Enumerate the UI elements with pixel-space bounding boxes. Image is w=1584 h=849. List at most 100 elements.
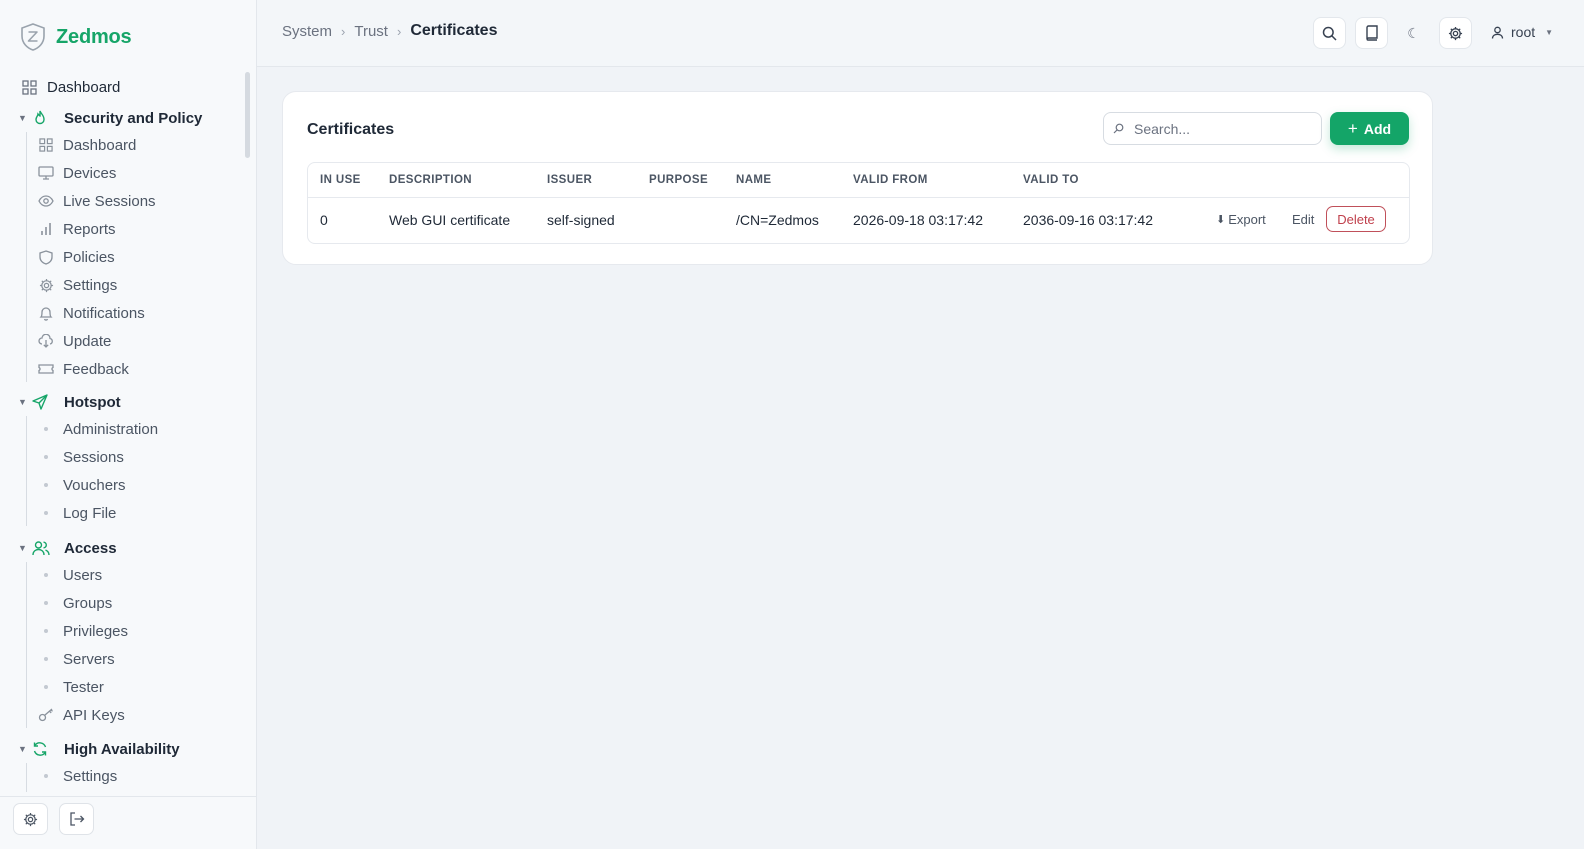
user-name: root [1511, 24, 1536, 40]
sidebar-item-privileges[interactable]: Privileges [38, 619, 128, 643]
sidebar-item-api-keys[interactable]: API Keys [38, 703, 125, 727]
moon-icon: ☾ [1407, 24, 1420, 41]
sidebar-item-label: Policies [63, 248, 115, 266]
sidebar-item-label: Privileges [63, 622, 129, 640]
sidebar-item-label: Dashboard [47, 78, 121, 96]
delete-label: Delete [1337, 211, 1375, 227]
sidebar-item-reports[interactable]: Reports [38, 217, 116, 241]
chevron-right-icon: › [341, 23, 346, 39]
column-header-valid-from[interactable]: VALID FROM [853, 174, 928, 186]
user-icon [1491, 26, 1504, 39]
sidebar-item-ha-settings[interactable]: Settings [38, 764, 117, 788]
book-icon [1365, 25, 1378, 41]
cell-issuer: self-signed [547, 212, 615, 228]
brand-name: Zedmos [56, 25, 132, 48]
search-icon [1113, 123, 1124, 134]
sidebar-item-log-file[interactable]: Log File [38, 501, 116, 525]
add-button[interactable]: + Add [1330, 112, 1409, 145]
sidebar-item-live-sessions[interactable]: Live Sessions [38, 189, 156, 213]
sidebar-item-devices[interactable]: Devices [38, 161, 116, 185]
bar-chart-icon [38, 221, 54, 237]
section-access[interactable]: ▼ Access [18, 536, 117, 560]
export-button[interactable]: ⬇ Export [1216, 212, 1266, 227]
search-button[interactable] [1313, 17, 1346, 49]
breadcrumb-trust[interactable]: Trust [354, 23, 388, 40]
sidebar-item-label: Users [63, 566, 103, 584]
cell-name: /CN=Zedmos [736, 212, 819, 228]
sidebar-item-groups[interactable]: Groups [38, 591, 112, 615]
sidebar-item-sessions[interactable]: Sessions [38, 445, 124, 469]
user-menu[interactable]: root ▼ [1491, 24, 1553, 40]
caret-down-icon: ▼ [18, 744, 27, 754]
column-header-name[interactable]: NAME [736, 174, 771, 186]
chevron-right-icon: › [396, 23, 402, 39]
footer-settings-button[interactable] [13, 803, 48, 835]
sidebar-item-label: Update [63, 332, 112, 350]
key-icon [38, 707, 54, 723]
column-header-in-use[interactable]: IN USE [320, 174, 361, 186]
sidebar-item-label: Settings [63, 767, 118, 785]
column-header-description[interactable]: DESCRIPTION [389, 174, 472, 186]
section-high-availability[interactable]: ▼ High Availability [18, 737, 180, 761]
caret-down-icon: ▼ [18, 397, 27, 407]
sidebar-item-label: Dashboard [63, 136, 137, 154]
cloud-download-icon [38, 333, 54, 349]
logout-button[interactable] [59, 803, 94, 835]
eye-icon [38, 193, 54, 209]
breadcrumb-system[interactable]: System [282, 23, 332, 40]
sidebar-item-update[interactable]: Update [38, 329, 111, 353]
delete-button[interactable]: Delete [1326, 206, 1386, 232]
card-title: Certificates [307, 121, 395, 138]
dashboard-grid-icon [22, 79, 37, 95]
sidebar-item-users[interactable]: Users [38, 563, 102, 587]
sidebar-item-feedback[interactable]: Feedback [38, 357, 129, 381]
section-label: Hotspot [64, 393, 121, 411]
sidebar-item-label: Servers [63, 650, 115, 668]
search-box[interactable] [1103, 112, 1322, 145]
logout-icon [69, 812, 84, 826]
column-header-purpose[interactable]: PURPOSE [649, 174, 708, 186]
sidebar-item-label: Notifications [63, 304, 145, 322]
search-icon [1322, 26, 1337, 41]
section-label: Security and Policy [64, 109, 203, 127]
group-line [26, 416, 27, 526]
cell-description: Web GUI certificate [389, 212, 511, 228]
cell-valid-to: 2036-09-16 03:17:42 [1023, 212, 1153, 228]
sidebar-item-label: Tester [63, 678, 104, 696]
add-button-label: Add [1363, 120, 1392, 137]
bullet-dot [44, 427, 48, 431]
brand[interactable]: Zedmos [20, 23, 132, 51]
edit-button[interactable]: Edit [1292, 212, 1314, 227]
sidebar-item-label: Vouchers [63, 476, 126, 494]
sidebar-item-dashboard[interactable]: Dashboard [22, 74, 120, 100]
sidebar-item-sp-dashboard[interactable]: Dashboard [38, 133, 136, 157]
sidebar-item-administration[interactable]: Administration [38, 417, 158, 441]
certificates-card: Certificates + Add IN USE DESCRIPTION IS… [282, 91, 1433, 265]
download-icon: ⬇ [1216, 214, 1226, 226]
sidebar-item-servers[interactable]: Servers [38, 647, 115, 671]
sidebar-item-tester[interactable]: Tester [38, 675, 104, 699]
docs-button[interactable] [1355, 17, 1388, 49]
theme-toggle-button[interactable]: ☾ [1397, 17, 1430, 49]
group-line [26, 763, 27, 792]
bullet-dot [44, 455, 48, 459]
column-header-issuer[interactable]: ISSUER [547, 174, 592, 186]
sidebar-item-vouchers[interactable]: Vouchers [38, 473, 126, 497]
header-settings-button[interactable] [1439, 17, 1472, 49]
column-header-valid-to[interactable]: VALID TO [1023, 174, 1079, 186]
bullet-dot [44, 774, 48, 778]
sidebar: Zedmos Dashboard ▼ Security and Policy D… [0, 0, 257, 849]
search-input[interactable] [1134, 120, 1314, 137]
shield-logo-icon [21, 23, 45, 51]
section-security-and-policy[interactable]: ▼ Security and Policy [18, 106, 202, 130]
sidebar-item-settings[interactable]: Settings [38, 273, 117, 297]
sidebar-item-policies[interactable]: Policies [38, 245, 115, 269]
sidebar-item-notifications[interactable]: Notifications [38, 301, 145, 325]
send-icon [32, 393, 54, 411]
bullet-dot [44, 629, 48, 633]
section-hotspot[interactable]: ▼ Hotspot [18, 390, 121, 414]
plus-icon: + [1347, 119, 1358, 138]
sidebar-item-label: Feedback [63, 360, 129, 378]
breadcrumb: System › Trust › Certificates [282, 22, 497, 40]
sidebar-item-label: Sessions [63, 448, 124, 466]
